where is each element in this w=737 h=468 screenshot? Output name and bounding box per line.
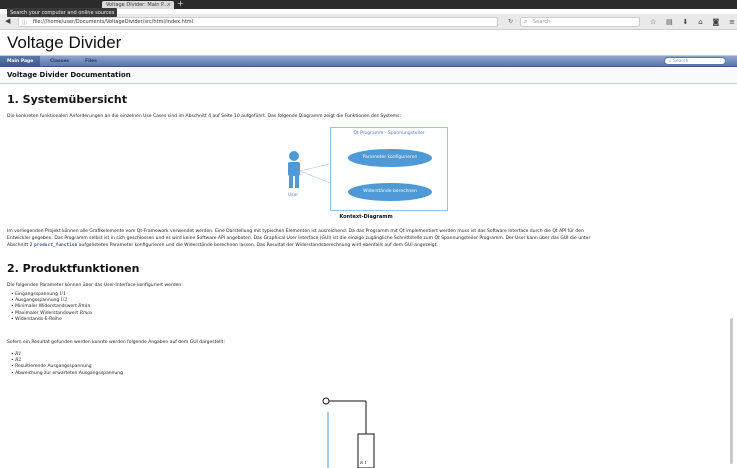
search-icon: ⌕ [669,59,672,64]
header-title-bar: Voltage Divider Documentation [0,68,737,84]
page-title: Voltage Divider Documentation [7,71,131,79]
new-tab-button[interactable]: + [177,0,184,8]
tab-main-page[interactable]: Main Page [0,56,41,67]
paragraph: Entwickler gegeben. Das Programm selbst … [7,236,591,241]
diagram-caption: Kontext-Diagramm [339,214,393,220]
system-title: Qt Programm - Spannungsteiler [353,131,425,136]
list-item: Abweichung zur erwarteten Ausgangsspannu… [11,371,123,377]
section-heading: 1. Systemübersicht [7,93,128,106]
use-case-calculate: Widerstände berechnen [348,183,432,201]
back-icon[interactable]: ◀ [5,16,10,26]
use-case-configure: Parameter konfigurieren [348,149,432,167]
actor-label: User [288,193,299,198]
info-icon[interactable]: ⓘ [22,19,27,26]
paragraph: Sofern ein Resultat gefunden werden konn… [7,340,225,345]
paragraph: Die folgenden Parameter können über das … [7,283,183,288]
menu-icon[interactable]: ≡ [729,18,735,26]
home-icon[interactable]: ⌂ [698,18,702,26]
parameter-list: Eingangsspannung U1 Ausgangsspannung U2 … [11,292,92,323]
reading-list-icon[interactable]: ▤ [666,18,673,26]
url-text: file:///home/user/Documents/VoltageDivid… [33,19,194,25]
resistor-label: R 1 [359,460,367,465]
paragraph: Die konkreten funktionalen Anforderungen… [7,114,402,119]
product-function-link[interactable]: product_function [34,243,77,248]
paragraph: Abschnitt 2 product_function aufgelistet… [7,243,438,249]
download-icon[interactable]: ⬇ [683,18,689,26]
browser-search-input[interactable]: ⌕ Search [520,17,640,27]
star-icon[interactable]: ☆ [650,18,656,26]
close-icon[interactable]: × [167,2,171,8]
pocket-icon[interactable]: ◙ [712,18,719,26]
project-name: Voltage Divider [7,33,122,52]
doxygen-tabs: Main Page Classes Files ⌕ Search [0,55,737,67]
list-item: Widerstands-E-Reihe [11,317,92,323]
tab-label: Classes [50,59,69,64]
section-heading: 2. Produktfunktionen [7,262,140,275]
search-icon: ⌕ [524,18,528,25]
text: aufgelisteten Parameter konfigurieren un… [77,243,438,248]
doxygen-search-input[interactable]: ⌕ Search [664,57,726,65]
circuit-diagram: R 1 [322,397,375,468]
use-case-diagram: Qt Programm - Spannungsteiler Parameter … [280,127,452,213]
actor-icon [288,151,300,188]
tab-label: Main Page [7,59,34,64]
paragraph: Im vorliegenden Projekt können alle Graf… [7,229,584,234]
tab-classes[interactable]: Classes [43,56,76,67]
text: Abschnitt 2 [7,243,34,248]
tab-files[interactable]: Files [78,56,104,67]
search-placeholder: Search [672,59,689,64]
page-scrollbar[interactable] [730,318,733,464]
toolbar-icons: ☆ ▤ ⬇ ⌂ ◙ ≡ [650,16,735,27]
result-list: R1 R2 Resultierende Ausgangsspannung Abw… [11,352,123,377]
search-placeholder: Search [533,19,551,25]
url-bar[interactable]: ⓘ file:///home/user/Documents/VoltageDiv… [18,17,498,27]
search-tooltip: Search your computer and online sources [7,8,118,17]
tab-label: Files [85,59,97,64]
reload-icon[interactable]: ↻ [508,18,513,25]
